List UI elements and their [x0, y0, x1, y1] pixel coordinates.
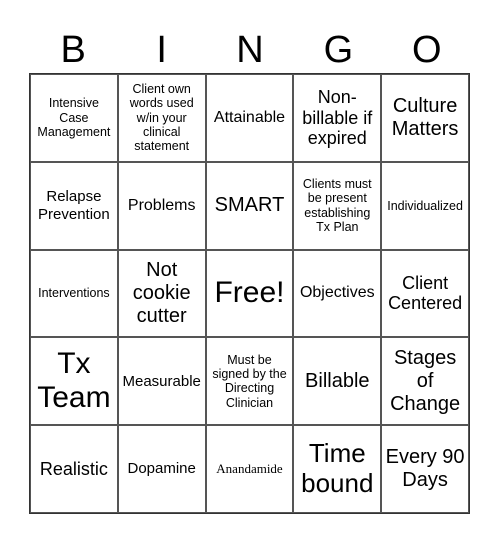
- bingo-cell[interactable]: Client Centered: [381, 249, 469, 338]
- bingo-cell[interactable]: Must be signed by the Directing Clinicia…: [205, 337, 294, 426]
- bingo-cell[interactable]: Clients must be present establishing Tx …: [293, 161, 382, 250]
- bingo-cell[interactable]: Attainable: [205, 74, 294, 162]
- bingo-cell[interactable]: Realistic: [30, 425, 118, 513]
- header-letter-b: B: [60, 29, 86, 71]
- bingo-cell[interactable]: Tx Team: [30, 337, 118, 426]
- bingo-cell[interactable]: Every 90 Days: [381, 425, 469, 513]
- bingo-cell[interactable]: Relapse Prevention: [30, 161, 118, 250]
- bingo-cell[interactable]: Intensive Case Management: [30, 74, 118, 162]
- bingo-cell[interactable]: Problems: [117, 161, 206, 250]
- header-letter-g: G: [323, 29, 354, 71]
- bingo-cell[interactable]: Interventions: [30, 249, 118, 338]
- bingo-cell[interactable]: Culture Matters: [381, 74, 469, 162]
- bingo-cell[interactable]: SMART: [205, 161, 294, 250]
- bingo-cell[interactable]: Client own words used w/in your clinical…: [117, 74, 206, 162]
- header-letter-i: I: [156, 29, 167, 71]
- bingo-cell[interactable]: Non-billable if expired: [293, 74, 382, 162]
- bingo-cell[interactable]: Objectives: [293, 249, 382, 338]
- bingo-card: Intensive Case Management Client own wor…: [29, 73, 470, 514]
- bingo-cell[interactable]: Not cookie cutter: [117, 249, 206, 338]
- free-space[interactable]: Free!: [205, 249, 294, 338]
- bingo-cell[interactable]: Billable: [293, 337, 382, 426]
- header-letter-o: O: [412, 29, 442, 71]
- bingo-cell[interactable]: Individualized: [381, 161, 469, 250]
- bingo-cell[interactable]: Stages of Change: [381, 337, 469, 426]
- bingo-cell[interactable]: Measurable: [117, 337, 206, 426]
- bingo-cell[interactable]: Time bound: [293, 425, 382, 513]
- bingo-cell[interactable]: Anandamide: [205, 425, 294, 513]
- bingo-cell[interactable]: Dopamine: [117, 425, 206, 513]
- bingo-header: B I N G O: [29, 28, 471, 72]
- header-letter-n: N: [236, 29, 264, 71]
